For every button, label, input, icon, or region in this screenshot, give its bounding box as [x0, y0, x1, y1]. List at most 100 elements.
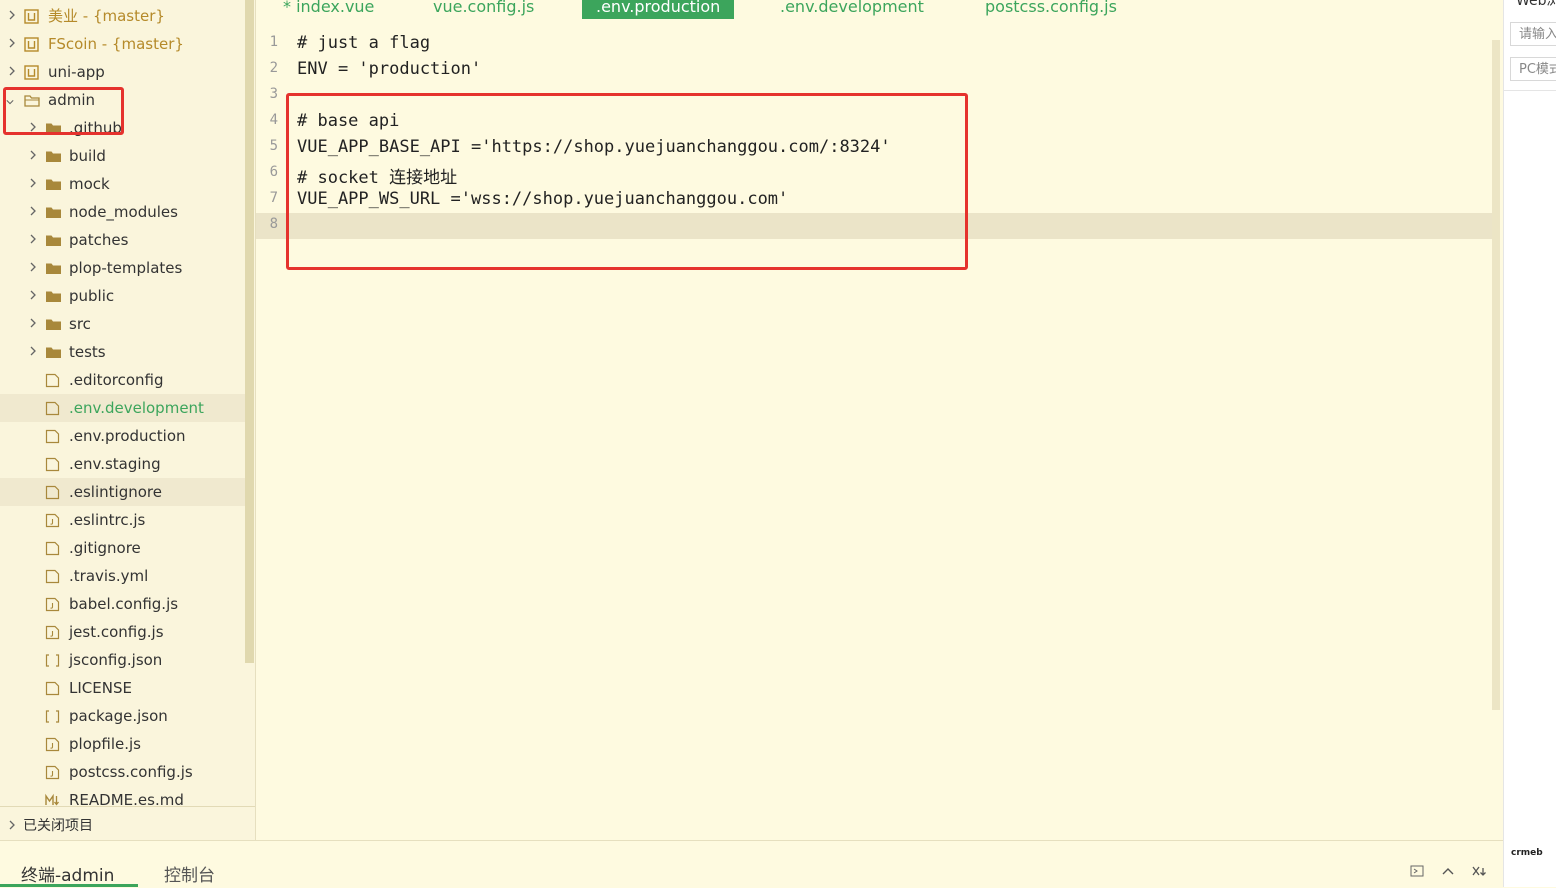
line-number: 8	[269, 216, 278, 232]
editor-scrollbar[interactable]	[1492, 40, 1500, 710]
tab-console[interactable]: 控制台	[164, 861, 215, 886]
js-file-icon	[45, 765, 60, 780]
file-tree-label: jsconfig.json	[69, 651, 163, 669]
code-line[interactable]: 7 VUE_APP_WS_URL ='wss://shop.yuejuanchan…	[256, 187, 1492, 213]
file-item[interactable]: jsconfig.json	[0, 646, 245, 674]
folder-item[interactable]: public	[0, 282, 245, 310]
file-item[interactable]: LICENSE	[0, 674, 245, 702]
file-item[interactable]: .env.development	[0, 394, 245, 422]
file-item[interactable]: .env.production	[0, 422, 245, 450]
file-tree-label: admin	[48, 91, 95, 109]
project-item[interactable]: FScoin - {master}	[0, 30, 245, 58]
folder-icon	[46, 207, 61, 218]
file-icon	[45, 485, 60, 500]
code-line[interactable]: 5 VUE_APP_BASE_API ='https://shop.yuejuan…	[256, 135, 1492, 161]
file-tree-label: .eslintrc.js	[69, 511, 146, 529]
file-item[interactable]: babel.config.js	[0, 590, 245, 618]
line-number: 7	[269, 190, 278, 206]
tab-vue-config[interactable]: vue.config.js	[433, 0, 534, 19]
file-tree-label: tests	[69, 343, 106, 361]
folder-item[interactable]: patches	[0, 226, 245, 254]
file-tree-label: .env.development	[69, 399, 204, 417]
folder-item[interactable]: src	[0, 310, 245, 338]
web-browser-panel: Web浏 请输入 PC模式 crmeb	[1503, 0, 1556, 887]
code-line[interactable]: 6 # socket 连接地址	[256, 161, 1492, 188]
file-tree-label: .gitignore	[69, 539, 141, 557]
file-tree-label: public	[69, 287, 115, 305]
folder-item[interactable]: tests	[0, 338, 245, 366]
file-icon	[45, 457, 60, 472]
folder-item[interactable]: plop-templates	[0, 254, 245, 282]
code-line[interactable]: 8	[256, 213, 1492, 239]
file-item[interactable]: plopfile.js	[0, 730, 245, 758]
new-terminal-icon[interactable]	[1409, 863, 1425, 879]
file-item[interactable]: .gitignore	[0, 534, 245, 562]
close-panel-icon[interactable]	[1471, 863, 1487, 879]
tab-index-vue[interactable]: * index.vue	[283, 0, 374, 19]
file-item[interactable]: jest.config.js	[0, 618, 245, 646]
file-icon	[45, 569, 60, 584]
project-item[interactable]: 美业 - {master}	[0, 2, 245, 30]
js-file-icon	[45, 513, 60, 528]
file-tree-label: src	[69, 315, 91, 333]
sidebar-scrollbar[interactable]	[245, 0, 254, 663]
line-number: 6	[269, 164, 278, 180]
folder-item[interactable]: node_modules	[0, 198, 245, 226]
file-tree-label: 美业 - {master}	[48, 7, 165, 25]
folder-icon	[46, 319, 61, 330]
chevron-right-icon	[30, 122, 36, 132]
file-tree-label: FScoin - {master}	[48, 35, 184, 53]
tab-env-development[interactable]: .env.development	[780, 0, 924, 19]
project-item[interactable]: uni-app	[0, 58, 245, 86]
chevron-up-icon[interactable]	[1440, 863, 1456, 879]
chevron-right-icon	[30, 290, 36, 300]
chevron-right-icon	[30, 318, 36, 328]
code-editor[interactable]: 1 # just a flag 2 ENV = 'production' 3 4 # bas…	[256, 20, 1502, 840]
file-icon	[45, 429, 60, 444]
tab-terminal-admin[interactable]: 终端-admin	[21, 861, 114, 886]
file-item[interactable]: .travis.yml	[0, 562, 245, 590]
chevron-right-icon	[30, 262, 36, 272]
chevron-right-icon	[9, 10, 15, 20]
code-text: VUE_APP_BASE_API ='https://shop.yuejuanc…	[297, 137, 891, 157]
folder-icon	[46, 151, 61, 162]
file-item[interactable]: postcss.config.js	[0, 758, 245, 786]
code-line[interactable]: 4 # base api	[256, 109, 1492, 135]
folder-item[interactable]: mock	[0, 170, 245, 198]
project-icon	[24, 9, 39, 24]
tab-postcss-config[interactable]: postcss.config.js	[985, 0, 1117, 19]
file-tree-label: uni-app	[48, 63, 105, 81]
code-text: # socket 连接地址	[297, 168, 458, 188]
file-explorer: 美业 - {master} FScoin - {master} uni-app adm…	[0, 0, 256, 840]
file-tree-label: .travis.yml	[69, 567, 149, 585]
file-tree-label: build	[69, 147, 106, 165]
code-line[interactable]: 3	[256, 83, 1492, 109]
file-item[interactable]: .env.staging	[0, 450, 245, 478]
file-tree-label: LICENSE	[69, 679, 132, 697]
file-item[interactable]: .eslintrc.js	[0, 506, 245, 534]
folder-item[interactable]: .github	[0, 114, 245, 142]
file-tree-label: .eslintignore	[69, 483, 162, 501]
file-tree-label: .env.production	[69, 427, 186, 445]
code-line[interactable]: 2 ENV = 'production'	[256, 57, 1492, 83]
url-input[interactable]: 请输入	[1510, 22, 1556, 46]
project-item[interactable]: admin	[0, 86, 245, 114]
code-line[interactable]: 1 # just a flag	[256, 31, 1492, 57]
file-item[interactable]: .eslintignore	[0, 478, 245, 506]
closed-projects-section[interactable]: 已关闭项目	[0, 806, 255, 840]
file-item[interactable]: .editorconfig	[0, 366, 245, 394]
file-icon	[45, 541, 60, 556]
line-number: 3	[269, 86, 278, 102]
folder-icon	[46, 291, 61, 302]
code-text: # base api	[297, 111, 400, 131]
file-icon	[45, 681, 60, 696]
file-item[interactable]: package.json	[0, 702, 245, 730]
json-file-icon	[45, 654, 60, 667]
tab-env-production[interactable]: .env.production	[582, 0, 735, 19]
pc-mode-select[interactable]: PC模式	[1510, 57, 1556, 81]
file-icon	[45, 373, 60, 388]
panel-divider	[1504, 90, 1556, 91]
folder-item[interactable]: build	[0, 142, 245, 170]
js-file-icon	[45, 737, 60, 752]
js-file-icon	[45, 625, 60, 640]
